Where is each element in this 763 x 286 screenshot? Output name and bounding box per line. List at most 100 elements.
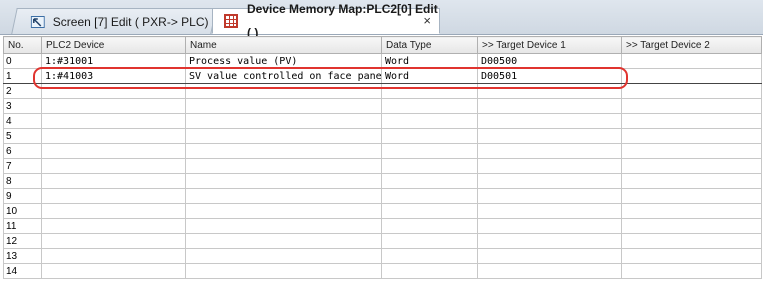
- table-row[interactable]: 7: [3, 158, 762, 174]
- target-device-1-cell[interactable]: [477, 98, 622, 114]
- target-device-2-cell[interactable]: [621, 203, 762, 219]
- name-cell[interactable]: [185, 113, 382, 129]
- table-row[interactable]: 13: [3, 248, 762, 264]
- plc2-device-cell[interactable]: [41, 83, 186, 99]
- target-device-1-cell[interactable]: [477, 173, 622, 189]
- data-type-cell[interactable]: [381, 248, 478, 264]
- table-row[interactable]: 5: [3, 128, 762, 144]
- row-number: 1: [3, 68, 42, 84]
- name-cell[interactable]: [185, 203, 382, 219]
- target-device-1-cell[interactable]: [477, 218, 622, 234]
- target-device-2-cell[interactable]: [621, 233, 762, 249]
- column-header-target-device-2[interactable]: >> Target Device 2: [621, 36, 762, 54]
- name-cell[interactable]: [185, 263, 382, 279]
- plc2-device-cell[interactable]: 1:#31001: [41, 53, 186, 69]
- target-device-1-cell[interactable]: [477, 128, 622, 144]
- target-device-2-cell[interactable]: [621, 128, 762, 144]
- target-device-1-cell[interactable]: [477, 188, 622, 204]
- target-device-2-cell[interactable]: [621, 143, 762, 159]
- data-type-cell[interactable]: [381, 203, 478, 219]
- data-type-cell[interactable]: [381, 188, 478, 204]
- plc2-device-cell[interactable]: [41, 173, 186, 189]
- plc2-device-cell[interactable]: [41, 98, 186, 114]
- name-cell[interactable]: [185, 128, 382, 144]
- plc2-device-cell[interactable]: [41, 218, 186, 234]
- data-type-cell[interactable]: [381, 263, 478, 279]
- data-type-cell[interactable]: [381, 98, 478, 114]
- name-cell[interactable]: [185, 173, 382, 189]
- target-device-1-cell[interactable]: [477, 143, 622, 159]
- plc2-device-cell[interactable]: 1:#41003: [41, 68, 186, 84]
- plc2-device-cell[interactable]: [41, 203, 186, 219]
- name-cell[interactable]: [185, 83, 382, 99]
- plc2-device-cell[interactable]: [41, 248, 186, 264]
- name-cell[interactable]: [185, 188, 382, 204]
- data-type-cell[interactable]: [381, 173, 478, 189]
- close-icon[interactable]: ×: [423, 9, 431, 33]
- data-type-cell[interactable]: [381, 158, 478, 174]
- column-header-plc2-device[interactable]: PLC2 Device: [41, 36, 186, 54]
- target-device-1-cell[interactable]: [477, 83, 622, 99]
- column-header-target-device-1[interactable]: >> Target Device 1: [477, 36, 622, 54]
- target-device-2-cell[interactable]: [621, 113, 762, 129]
- table-row[interactable]: 10: [3, 203, 762, 219]
- table-row[interactable]: 9: [3, 188, 762, 204]
- table-row[interactable]: 12: [3, 233, 762, 249]
- target-device-1-cell[interactable]: [477, 203, 622, 219]
- data-type-cell[interactable]: [381, 128, 478, 144]
- name-cell[interactable]: [185, 158, 382, 174]
- target-device-2-cell[interactable]: [621, 188, 762, 204]
- target-device-2-cell[interactable]: [621, 263, 762, 279]
- name-cell[interactable]: [185, 233, 382, 249]
- table-row[interactable]: 6: [3, 143, 762, 159]
- target-device-2-cell[interactable]: [621, 83, 762, 99]
- data-type-cell[interactable]: [381, 233, 478, 249]
- data-type-cell[interactable]: [381, 143, 478, 159]
- column-header-name[interactable]: Name: [185, 36, 382, 54]
- plc2-device-cell[interactable]: [41, 158, 186, 174]
- target-device-2-cell[interactable]: [621, 98, 762, 114]
- target-device-1-cell[interactable]: D00501: [477, 68, 622, 84]
- target-device-2-cell[interactable]: [621, 173, 762, 189]
- column-header-data-type[interactable]: Data Type: [381, 36, 478, 54]
- tab-screen-edit[interactable]: Screen [7] Edit ( PXR-> PLC): [11, 8, 217, 34]
- target-device-1-cell[interactable]: D00500: [477, 53, 622, 69]
- name-cell[interactable]: Process value (PV): [185, 53, 382, 69]
- target-device-1-cell[interactable]: [477, 263, 622, 279]
- table-row[interactable]: 0 1:#31001 Process value (PV) Word D0050…: [3, 53, 762, 69]
- data-type-cell[interactable]: Word: [381, 68, 478, 84]
- table-row[interactable]: 1 1:#41003 SV value controlled on face p…: [3, 68, 762, 84]
- table-row[interactable]: 8: [3, 173, 762, 189]
- name-cell[interactable]: [185, 98, 382, 114]
- target-device-2-cell[interactable]: [621, 218, 762, 234]
- plc2-device-cell[interactable]: [41, 128, 186, 144]
- data-type-cell[interactable]: [381, 218, 478, 234]
- target-device-1-cell[interactable]: [477, 233, 622, 249]
- data-type-cell[interactable]: [381, 113, 478, 129]
- target-device-2-cell[interactable]: [621, 158, 762, 174]
- plc2-device-cell[interactable]: [41, 263, 186, 279]
- name-cell[interactable]: SV value controlled on face panel: [185, 68, 382, 84]
- target-device-2-cell[interactable]: [621, 68, 762, 84]
- table-row[interactable]: 14: [3, 263, 762, 279]
- table-row[interactable]: 4: [3, 113, 762, 129]
- plc2-device-cell[interactable]: [41, 233, 186, 249]
- plc2-device-cell[interactable]: [41, 188, 186, 204]
- target-device-2-cell[interactable]: [621, 53, 762, 69]
- target-device-2-cell[interactable]: [621, 248, 762, 264]
- plc2-device-cell[interactable]: [41, 113, 186, 129]
- data-type-cell[interactable]: [381, 83, 478, 99]
- data-type-cell[interactable]: Word: [381, 53, 478, 69]
- target-device-1-cell[interactable]: [477, 248, 622, 264]
- table-row[interactable]: 3: [3, 98, 762, 114]
- name-cell[interactable]: [185, 143, 382, 159]
- name-cell[interactable]: [185, 248, 382, 264]
- table-row[interactable]: 2: [3, 83, 762, 99]
- plc2-device-cell[interactable]: [41, 143, 186, 159]
- target-device-1-cell[interactable]: [477, 113, 622, 129]
- target-device-1-cell[interactable]: [477, 158, 622, 174]
- column-header-no[interactable]: No.: [3, 36, 42, 54]
- name-cell[interactable]: [185, 218, 382, 234]
- table-row[interactable]: 11: [3, 218, 762, 234]
- tab-device-memory-map[interactable]: Device Memory Map:PLC2[0] Edit ( ) ×: [212, 2, 440, 40]
